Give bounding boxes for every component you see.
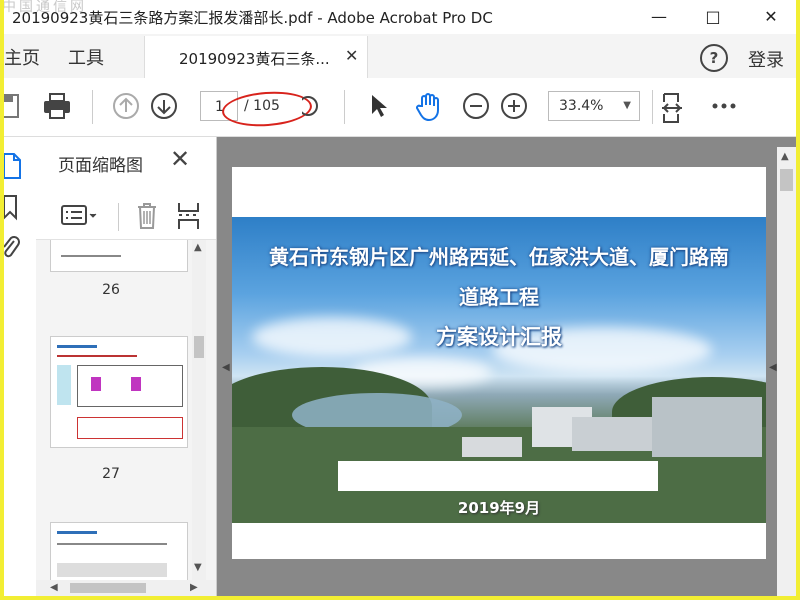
thumbnails-hscrollbar[interactable]: ◀ ▶ [36, 580, 216, 596]
select-cursor-icon[interactable] [368, 92, 390, 120]
toolbar-separator [344, 90, 345, 124]
cover-title-line2: 道路工程 [459, 285, 539, 309]
collapse-left-icon[interactable]: ◀ [222, 362, 230, 373]
fit-page-icon[interactable] [660, 92, 686, 124]
minimize-button[interactable]: — [636, 0, 682, 34]
pdf-page: 黄石市东钢片区广州路西延、伍家洪大道、厦门路南 道路工程 方案设计汇报 2019… [232, 167, 766, 559]
next-page-icon[interactable] [150, 92, 178, 120]
login-link[interactable]: 登录 [748, 46, 784, 72]
cover-date: 2019年9月 [457, 499, 541, 517]
thumbnail-page-28[interactable] [50, 522, 188, 580]
thumbnails-list[interactable]: 26 27 ▲ ▼ [36, 240, 216, 580]
close-window-button[interactable]: ✕ [748, 0, 794, 34]
doc-scroll-up-icon[interactable]: ▲ [781, 151, 789, 162]
thumbnail-options-icon[interactable] [60, 203, 100, 229]
tab-tools[interactable]: 工具 [68, 44, 104, 70]
thumbnail-page-27[interactable] [50, 336, 188, 448]
print-icon[interactable] [42, 92, 72, 120]
tab-bar: 主页 工具 20190923黄石三条... ✕ ? 登录 [4, 34, 796, 79]
extract-pages-icon[interactable] [176, 201, 204, 231]
title-bar: 中国通信网 20190923黄石三条路方案汇报发潘部长.pdf - Adobe … [4, 0, 796, 34]
acrobat-window: 中国通信网 20190923黄石三条路方案汇报发潘部长.pdf - Adobe … [4, 0, 796, 596]
collapse-right-icon[interactable]: ◀ [769, 362, 777, 373]
thumbnails-scroll-thumb[interactable] [194, 336, 204, 358]
page-thumbnails-panel: 页面缩略图 ✕ 26 27 ▲ ▼ ◀ ▶ [36, 137, 217, 596]
zoom-level-select[interactable]: 33.4% ▼ [548, 91, 640, 121]
thumbnail-number-27: 27 [102, 466, 120, 482]
scroll-left-icon[interactable]: ◀ [50, 582, 58, 593]
maximize-button[interactable]: □ [690, 0, 736, 34]
attachment-icon[interactable] [4, 233, 20, 263]
panel-title: 页面缩略图 [58, 156, 143, 176]
close-panel-icon[interactable]: ✕ [170, 145, 190, 173]
zoom-in-icon[interactable] [500, 92, 528, 120]
rotate-icon[interactable] [302, 92, 322, 120]
toolbar-separator [652, 90, 653, 124]
page-thumbnails-icon[interactable] [4, 151, 22, 181]
document-scrollbar[interactable]: ▲ [777, 147, 796, 596]
more-options-icon[interactable] [710, 92, 738, 120]
trash-icon[interactable] [134, 201, 160, 231]
hand-tool-icon[interactable] [414, 92, 442, 122]
window-title: 20190923黄石三条路方案汇报发潘部长.pdf - Adobe Acroba… [12, 9, 493, 27]
cover-banner: 黄石市东钢片区广州路西延、伍家洪大道、厦门路南 道路工程 方案设计汇报 2019… [232, 217, 766, 523]
scroll-up-icon[interactable]: ▲ [194, 242, 202, 253]
tab-document[interactable]: 20190923黄石三条... ✕ [144, 36, 368, 78]
panel-toolbar [36, 193, 216, 240]
bookmark-icon[interactable] [4, 193, 20, 221]
save-icon[interactable] [4, 92, 22, 120]
close-tab-icon[interactable]: ✕ [345, 46, 358, 65]
tab-document-label: 20190923黄石三条... [179, 50, 330, 68]
cover-title-line3: 方案设计汇报 [436, 325, 562, 349]
document-viewport[interactable]: ◀ 黄石市东钢片区广州路西延、伍家洪大道、厦门路南 道路工程 方案设计汇报 20… [217, 137, 796, 596]
scroll-down-icon[interactable]: ▼ [194, 562, 202, 573]
thumbnails-scrollbar[interactable]: ▲ ▼ [192, 240, 206, 580]
toolbar-separator [92, 90, 93, 124]
tab-home[interactable]: 主页 [4, 44, 40, 70]
scroll-right-icon[interactable]: ▶ [190, 582, 198, 593]
thumbnail-number-26: 26 [102, 282, 120, 298]
chevron-down-icon: ▼ [623, 100, 631, 111]
zoom-level-value: 33.4% [559, 98, 604, 114]
zoom-out-icon[interactable] [462, 92, 490, 120]
thumbnails-hscroll-thumb[interactable] [70, 583, 146, 593]
help-icon[interactable]: ? [700, 44, 728, 72]
cover-title-line1: 黄石市东钢片区广州路西延、伍家洪大道、厦门路南 [269, 245, 729, 269]
panel-separator [118, 203, 119, 231]
previous-page-icon[interactable] [112, 92, 140, 120]
redacted-box [338, 461, 658, 491]
document-scroll-thumb[interactable] [780, 169, 793, 191]
toolbar: 1 / 105 33.4% ▼ [4, 78, 796, 137]
left-navigation-rail [4, 137, 37, 596]
thumbnail-page-26[interactable] [50, 240, 188, 272]
